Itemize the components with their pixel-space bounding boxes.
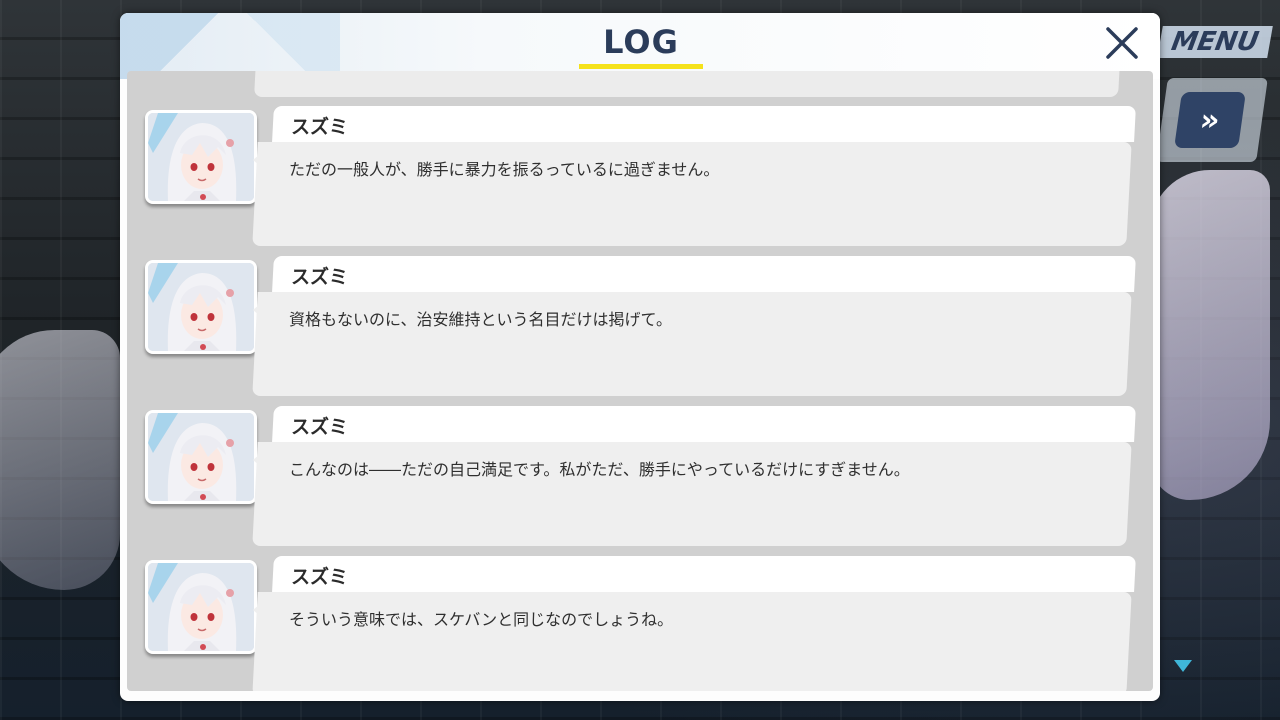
- log-entry: スズミ ただの一般人が、勝手に暴力を振るっているに過ぎません。: [127, 106, 1153, 246]
- character-portrait-icon: [148, 413, 254, 501]
- close-button[interactable]: [1100, 21, 1144, 65]
- character-portrait-icon: [148, 263, 254, 351]
- character-portrait-icon: [148, 563, 254, 651]
- log-entry: スズミ 資格もないのに、治安維持という名目だけは掲げて。: [127, 256, 1153, 396]
- character-portrait-icon: [148, 113, 254, 201]
- panel-header: LOG: [120, 13, 1160, 79]
- dialog-text: 資格もないのに、治安維持という名目だけは掲げて。: [289, 310, 673, 329]
- character-hair-left: [0, 330, 120, 590]
- log-list[interactable]: スズミ ただの一般人が、勝手に暴力を振るっているに過ぎません。 スズミ 資格もな…: [127, 71, 1153, 691]
- name-plate: [272, 556, 1136, 592]
- speaker-name: スズミ: [291, 566, 349, 588]
- close-icon: [1106, 27, 1138, 59]
- name-plate: [272, 406, 1136, 442]
- dialog-text: ただの一般人が、勝手に暴力を振るっているに過ぎません。: [289, 160, 720, 179]
- fast-forward-icon[interactable]: »: [1174, 92, 1246, 148]
- speaker-portrait: [145, 260, 257, 354]
- speaker-portrait: [145, 110, 257, 204]
- character-hair-right: [1150, 170, 1270, 500]
- log-panel: LOG スズミ ただの一般人が、勝手に暴力を振るっているに過ぎません。 スズミ …: [120, 13, 1160, 701]
- speaker-portrait: [145, 410, 257, 504]
- name-plate: [272, 106, 1136, 142]
- menu-button[interactable]: MENU: [1157, 26, 1273, 58]
- speaker-name: スズミ: [291, 116, 349, 138]
- log-entry: スズミ そういう意味では、スケバンと同じなのでしょうね。: [127, 556, 1153, 691]
- name-plate: [272, 256, 1136, 292]
- bubble-pointer: [253, 300, 265, 320]
- bubble-pointer: [253, 450, 265, 470]
- bubble-pointer: [253, 150, 265, 170]
- speaker-name: スズミ: [291, 416, 349, 438]
- dialog-text: そういう意味では、スケバンと同じなのでしょうね。: [289, 610, 674, 629]
- bubble-pointer: [253, 600, 265, 620]
- dialog-text: こんなのは――ただの自己満足です。私がただ、勝手にやっているだけにすぎません。: [289, 460, 910, 479]
- scroll-down-indicator-icon: [1174, 660, 1192, 672]
- panel-title: LOG: [603, 23, 679, 61]
- speaker-name: スズミ: [291, 266, 349, 288]
- title-underline: [579, 64, 703, 69]
- speaker-portrait: [145, 560, 257, 654]
- log-entry: スズミ こんなのは――ただの自己満足です。私がただ、勝手にやっているだけにすぎま…: [127, 406, 1153, 546]
- previous-entry-bubble: [254, 71, 1120, 97]
- header-decoration: [220, 13, 340, 79]
